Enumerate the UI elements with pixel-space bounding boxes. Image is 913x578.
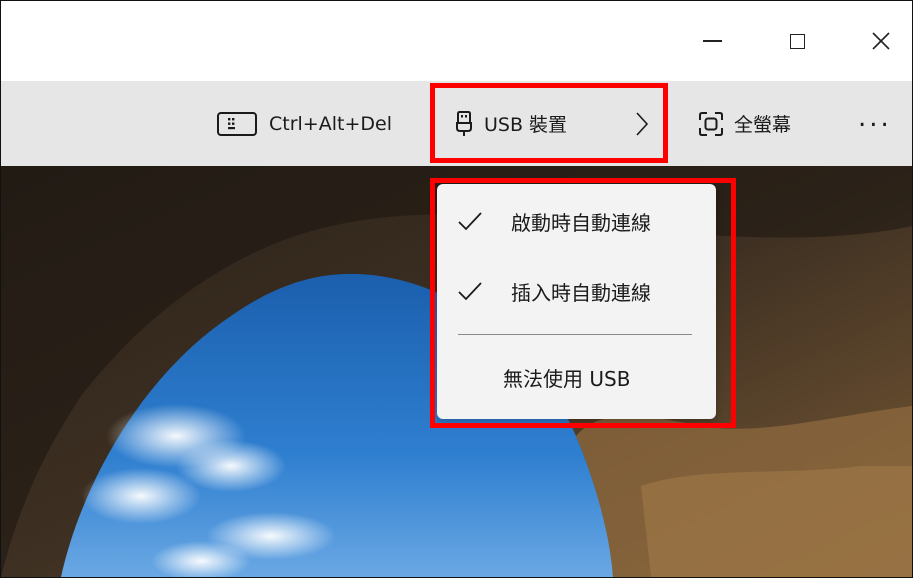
menu-divider: [458, 334, 692, 335]
fullscreen-button[interactable]: 全螢幕: [698, 81, 791, 166]
minimize-icon: [702, 40, 722, 42]
ctrl-alt-del-button[interactable]: Ctrl+Alt+Del: [217, 81, 392, 166]
menu-item-usb-unavailable[interactable]: 無法使用 USB: [437, 352, 716, 402]
maximize-button[interactable]: [767, 1, 827, 81]
close-icon: [872, 32, 890, 50]
fullscreen-icon: [699, 111, 723, 136]
chevron-right-icon: [636, 112, 649, 136]
title-bar: [1, 1, 912, 81]
menu-item-label: 啟動時自動連線: [511, 210, 651, 235]
session-toolbar: Ctrl+Alt+Del USB 裝置 全螢幕 ...: [1, 81, 912, 166]
fullscreen-label: 全螢幕: [734, 114, 792, 136]
usb-flyout-menu: 啟動時自動連線 插入時自動連線 無法使用 USB: [437, 184, 716, 419]
ctrl-alt-del-label: Ctrl+Alt+Del: [269, 112, 392, 135]
usb-device-button[interactable]: USB 裝置: [456, 81, 567, 166]
minimize-button[interactable]: [682, 1, 742, 81]
close-button[interactable]: [851, 1, 911, 81]
checkmark-icon: [458, 282, 482, 301]
more-options-button[interactable]: ...: [858, 75, 892, 160]
more-icon: ...: [858, 102, 892, 133]
checkmark-icon: [458, 212, 482, 231]
keyboard-icon: [217, 111, 257, 136]
menu-item-connect-on-insert[interactable]: 插入時自動連線: [437, 266, 716, 316]
usb-icon: [456, 110, 472, 136]
maximize-icon: [789, 33, 805, 49]
remote-desktop-window: Ctrl+Alt+Del USB 裝置 全螢幕 ... 啟動時自動連線 插入時自…: [0, 0, 913, 578]
menu-item-label: 無法使用 USB: [503, 366, 631, 391]
menu-item-label: 插入時自動連線: [511, 280, 651, 305]
menu-item-connect-on-start[interactable]: 啟動時自動連線: [437, 196, 716, 246]
usb-device-label: USB 裝置: [484, 114, 568, 136]
